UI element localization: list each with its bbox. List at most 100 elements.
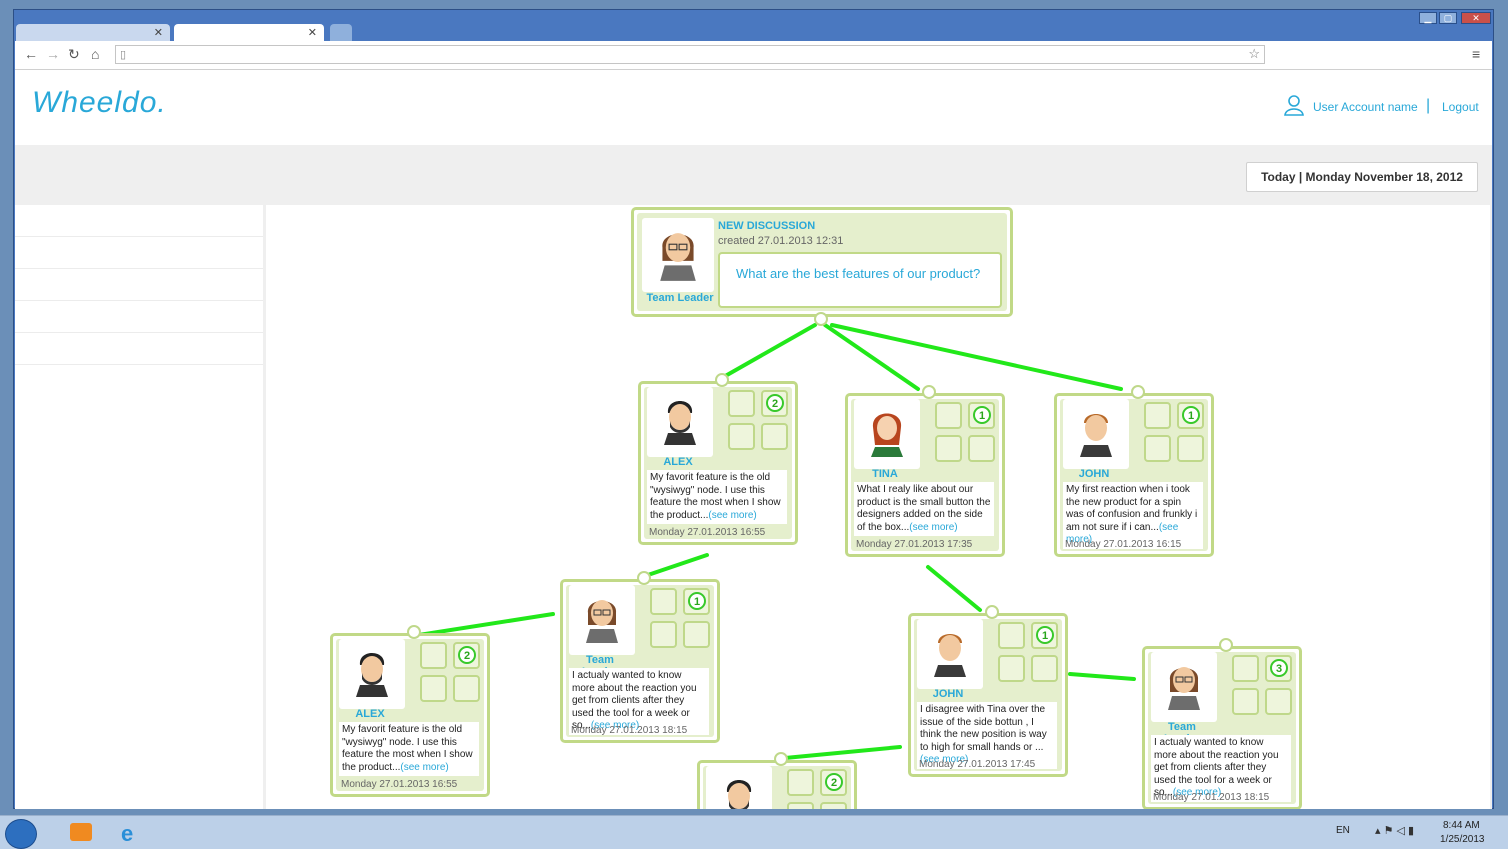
avatar: [706, 766, 772, 809]
logout-link[interactable]: Logout: [1442, 100, 1479, 114]
reaction-slot[interactable]: [453, 675, 480, 702]
root-title: NEW DISCUSSION: [718, 220, 816, 232]
new-tab-button[interactable]: [330, 24, 352, 42]
reaction-slot[interactable]: [968, 435, 995, 462]
address-bar[interactable]: ▯ ☆: [115, 45, 1265, 64]
see-more-link[interactable]: (see more): [708, 510, 756, 521]
reply-count-badge[interactable]: 1: [1182, 406, 1200, 424]
back-icon[interactable]: ←: [24, 46, 38, 62]
maximize-button[interactable]: ▢: [1439, 12, 1457, 24]
see-more-link[interactable]: (see more): [909, 522, 957, 533]
tina-avatar-icon: [871, 413, 903, 457]
reply-node[interactable]: Team Leader1I actualy wanted to know mor…: [560, 579, 720, 743]
reaction-slot[interactable]: [787, 802, 814, 809]
forward-icon[interactable]: →: [46, 46, 60, 62]
avatar: [339, 639, 405, 709]
menu-icon[interactable]: ≡: [1472, 46, 1480, 62]
see-more-link[interactable]: (see more): [400, 762, 448, 773]
reaction-slot[interactable]: [650, 588, 677, 615]
reaction-slot[interactable]: [998, 622, 1025, 649]
tab-close-icon[interactable]: ✕: [308, 26, 317, 39]
reaction-slot[interactable]: [820, 802, 847, 809]
root-discussion-node[interactable]: Team Leader NEW DISCUSSION created 27.01…: [631, 207, 1013, 317]
site-header: Wheeldo. User Account name | Logout: [15, 70, 1492, 145]
node-author: JOHN: [932, 688, 964, 700]
reply-node[interactable]: 2: [697, 760, 857, 809]
sidebar-item[interactable]: [15, 237, 263, 269]
minimize-button[interactable]: ▁: [1419, 12, 1437, 24]
reaction-slot[interactable]: [1232, 655, 1259, 682]
reaction-slot[interactable]: [728, 423, 755, 450]
reply-count-badge[interactable]: 3: [1270, 659, 1288, 677]
bookmark-star-icon[interactable]: ☆: [1248, 46, 1260, 62]
node-date: Monday 27.01.2013 17:35: [856, 539, 973, 550]
reaction-slot[interactable]: [728, 390, 755, 417]
connector-knob[interactable]: [922, 385, 936, 399]
sidebar-item[interactable]: [15, 205, 263, 237]
reaction-slot[interactable]: [935, 435, 962, 462]
reply-node[interactable]: Team Leader3I actualy wanted to know mor…: [1142, 646, 1302, 809]
tray-icons[interactable]: ▴ ⚑ ◁ ▮: [1375, 824, 1414, 837]
sidebar-item[interactable]: [15, 301, 263, 333]
clock-time[interactable]: 8:44 AM: [1443, 820, 1480, 831]
close-window-button[interactable]: ✕: [1461, 12, 1491, 24]
wheeldo-logo[interactable]: Wheeldo.: [32, 86, 167, 120]
team-leader-avatar-icon: [660, 233, 696, 281]
reply-node[interactable]: JOHN 1 I disagree with Tina over the issue…: [908, 613, 1068, 777]
connector-knob[interactable]: [1131, 385, 1145, 399]
node-date: Monday 27.01.2013 16:55: [341, 779, 458, 790]
reaction-slot[interactable]: [1144, 435, 1171, 462]
node-date: Monday 27.01.2013 18:15: [1153, 792, 1270, 803]
connector-knob[interactable]: [985, 605, 999, 619]
reaction-slot[interactable]: [1031, 655, 1058, 682]
internet-explorer-icon[interactable]: e: [121, 821, 133, 847]
reply-count-badge[interactable]: 2: [458, 646, 476, 664]
connector-knob[interactable]: [715, 373, 729, 387]
reply-count-badge[interactable]: 1: [688, 592, 706, 610]
reaction-slot[interactable]: [650, 621, 677, 648]
reaction-slot[interactable]: [1177, 435, 1204, 462]
reaction-slot[interactable]: [998, 655, 1025, 682]
reaction-slot[interactable]: [935, 402, 962, 429]
reaction-slot[interactable]: [1265, 688, 1292, 715]
home-icon[interactable]: ⌂: [91, 46, 99, 62]
connector-knob[interactable]: [814, 312, 828, 326]
reaction-slot[interactable]: [1232, 688, 1259, 715]
reply-count-badge[interactable]: 2: [766, 394, 784, 412]
user-icon[interactable]: [1283, 94, 1305, 121]
question-box: What are the best features of our produc…: [718, 252, 1002, 308]
reply-count-badge[interactable]: 1: [1036, 626, 1054, 644]
reply-count-badge[interactable]: 2: [825, 773, 843, 791]
user-account-link[interactable]: User Account name: [1313, 100, 1418, 114]
reaction-slot[interactable]: [683, 621, 710, 648]
clock-date[interactable]: 1/25/2013: [1440, 834, 1485, 845]
node-author: JOHN: [1078, 468, 1110, 480]
reaction-slot[interactable]: [1144, 402, 1171, 429]
tab-2[interactable]: ✕: [174, 24, 324, 42]
reaction-slot[interactable]: [761, 423, 788, 450]
start-button[interactable]: [5, 819, 37, 849]
reaction-slot[interactable]: [420, 675, 447, 702]
john-avatar-icon: [934, 634, 966, 677]
reaction-slot[interactable]: [787, 769, 814, 796]
connector-knob[interactable]: [637, 571, 651, 585]
reply-node[interactable]: JOHN 1 My first reaction when i took the n…: [1054, 393, 1214, 557]
reaction-slot[interactable]: [420, 642, 447, 669]
connector-knob[interactable]: [1219, 638, 1233, 652]
language-indicator[interactable]: EN: [1336, 825, 1350, 836]
sidebar-item[interactable]: [15, 333, 263, 365]
connector-knob[interactable]: [407, 625, 421, 639]
reply-node[interactable]: ALEX 2 My favorit feature is the old "wysi…: [638, 381, 798, 545]
reply-node[interactable]: ALEX 2 My favorit feature is the old "wysi…: [330, 633, 490, 797]
header-separator: |: [1426, 97, 1431, 114]
sidebar-item[interactable]: [15, 269, 263, 301]
reply-count-badge[interactable]: 1: [973, 406, 991, 424]
tab-1[interactable]: ✕: [16, 24, 170, 42]
tab-close-icon[interactable]: ✕: [154, 26, 163, 39]
node-date: Monday 27.01.2013 17:45: [919, 759, 1036, 770]
media-player-icon[interactable]: [70, 823, 92, 841]
connector-knob[interactable]: [774, 752, 788, 766]
reply-node[interactable]: TINA 1 What I realy like about our product…: [845, 393, 1005, 557]
reload-icon[interactable]: ↻: [68, 46, 80, 63]
node-author: TINA: [872, 468, 898, 480]
